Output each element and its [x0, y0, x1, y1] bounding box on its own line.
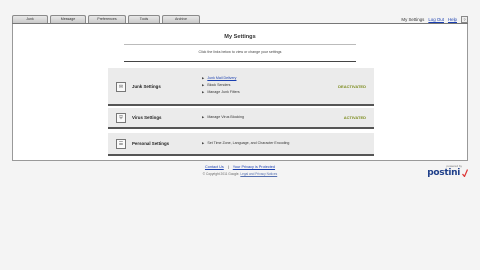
junk-mail-delivery-link[interactable]: ▶ Junk Mail Delivery — [202, 76, 240, 80]
top-links: My Settings Log Out Help ? — [401, 16, 468, 23]
tab-preferences[interactable]: Preferences — [88, 15, 126, 23]
page-title: My Settings — [224, 34, 256, 40]
virus-settings-section: ⛨ Virus Settings ▶ Manage Virus Blocking… — [108, 108, 374, 129]
tab-tools[interactable]: Tools — [128, 15, 160, 23]
footer-separator: | — [227, 165, 229, 169]
junk-settings-section: ✉ Junk Settings ▶ Junk Mail Delivery ▶ B… — [108, 68, 374, 106]
bullet-icon: ▶ — [202, 83, 205, 88]
virus-settings-links: ▶ Manage Virus Blocking — [202, 115, 244, 122]
help-icon[interactable]: ? — [461, 16, 468, 23]
help-link[interactable]: Help — [448, 17, 457, 22]
tab-junk[interactable]: Junk — [12, 15, 48, 23]
personal-settings-icon: ☰ — [116, 139, 126, 149]
privacy-link[interactable]: Your Privacy is Protected — [233, 165, 275, 169]
virus-settings-icon: ⛨ — [116, 113, 126, 123]
junk-settings-links: ▶ Junk Mail Delivery ▶ Block Senders ▶ M… — [202, 76, 240, 98]
contact-us-link[interactable]: Contact Us — [205, 165, 224, 169]
tab-archive[interactable]: Archive — [162, 15, 200, 23]
intro-text: Click the links below to view or change … — [198, 50, 282, 54]
junk-status-badge: DEACTIVATED — [338, 84, 366, 89]
logo-wordmark: postini — [427, 168, 460, 178]
bullet-icon: ▶ — [202, 115, 205, 119]
bullet-icon: ▶ — [202, 141, 205, 145]
legal-notices-link[interactable]: Legal and Privacy Notices — [240, 172, 277, 176]
footer: Contact Us | Your Privacy is Protected ©… — [0, 165, 480, 176]
tab-bar: Junk Message Preferences Tools Archive — [12, 15, 200, 23]
manage-virus-blocking-link[interactable]: ▶ Manage Virus Blocking — [202, 115, 244, 119]
junk-settings-label: Junk Settings — [132, 84, 161, 89]
settings-panel: My Settings Click the links below to vie… — [12, 24, 468, 161]
page: Junk Message Preferences Tools Archive M… — [0, 0, 480, 270]
my-settings-label: My Settings — [401, 17, 425, 22]
copyright-text: © Copyright 2011 Google. — [202, 172, 240, 176]
logout-link[interactable]: Log Out — [428, 17, 444, 22]
personal-settings-label: Personal Settings — [132, 141, 170, 146]
junk-settings-icon: ✉ — [116, 82, 126, 92]
personal-settings-section: ☰ Personal Settings ▶ Set Time Zone, Lan… — [108, 133, 374, 156]
tab-message[interactable]: Message — [50, 15, 86, 23]
virus-settings-label: Virus Settings — [132, 115, 162, 120]
block-senders-link[interactable]: ▶ Block Senders — [202, 83, 240, 87]
bullet-icon: ▶ — [202, 76, 205, 80]
bullet-icon: ▶ — [202, 90, 205, 95]
logo-mark-icon — [462, 169, 468, 177]
postini-logo: powered by postini — [420, 164, 468, 180]
manage-junk-filters-link[interactable]: ▶ Manage Junk Filters — [202, 90, 240, 94]
intro-box: Click the links below to view or change … — [124, 44, 356, 62]
set-timezone-language-link[interactable]: ▶ Set Time Zone, Language, and Character… — [202, 141, 289, 145]
virus-status-badge: ACTIVATED — [343, 115, 366, 120]
personal-settings-links: ▶ Set Time Zone, Language, and Character… — [202, 141, 289, 148]
